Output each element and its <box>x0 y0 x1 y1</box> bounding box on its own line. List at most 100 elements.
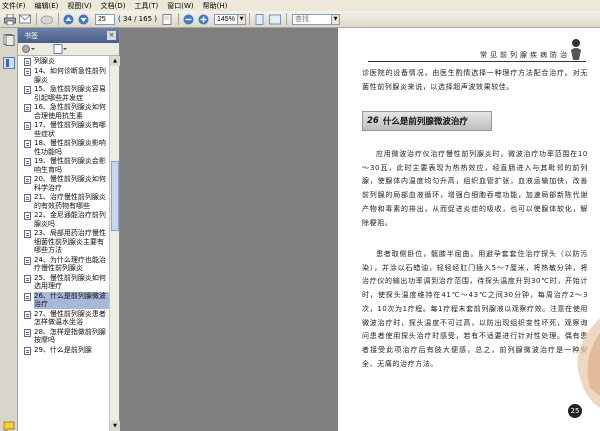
bookmark-page-icon <box>24 58 31 66</box>
bookmark-page-icon <box>24 68 31 76</box>
bookmark-label: 22、金尼通能治疗前列腺炎吗 <box>34 211 106 228</box>
options-icon[interactable] <box>21 44 35 54</box>
scroll-up-arrow[interactable]: ▲ <box>110 56 120 66</box>
next-page-button[interactable] <box>77 13 90 26</box>
chevron-down-icon: ▼ <box>333 16 338 22</box>
bookmark-label: 18、慢性前列腺炎影响性功能吗 <box>34 139 106 156</box>
comments-icon[interactable] <box>3 421 15 431</box>
stamp-button[interactable] <box>40 13 53 26</box>
bookmark-page-icon <box>24 104 31 112</box>
new-bookmark-icon[interactable] <box>53 44 67 54</box>
bookmarks-icon[interactable] <box>3 57 15 69</box>
menu-file[interactable]: 文件(F) <box>2 1 26 11</box>
bookmark-item[interactable]: 21、治疗慢性前列腺炎的有效药物有哪些 <box>24 192 110 210</box>
document-page: 常见前列腺疾病防治 诊医院的设备情况，由医生酌情选择一种理疗方法配合治疗。对无菌… <box>338 28 600 431</box>
bookmark-label: 14、如何诊断急性前列腺炎 <box>34 67 106 84</box>
document-icon <box>162 13 171 25</box>
menu-tools[interactable]: 工具(T) <box>135 1 159 11</box>
bookmark-item[interactable]: 19、慢性前列腺炎会影响生育吗 <box>24 156 110 174</box>
bookmarks-panel: 书签 × 列腺炎 14、如何诊断急性前列腺炎 15、急性前列腺炎容易引起哪些并发症 1… <box>18 28 120 431</box>
bookmark-scrollbar[interactable]: ▲ ▼ <box>109 56 120 431</box>
hand-tool-icon <box>40 15 53 24</box>
bookmark-item[interactable]: 16、急性前列腺炎如何合理使用抗生素 <box>24 102 110 120</box>
scroll-down-arrow[interactable]: ▼ <box>110 421 120 431</box>
bookmark-label: 17、慢性前列腺炎有哪些症状 <box>34 121 106 138</box>
menu-window[interactable]: 窗口(W) <box>167 1 193 11</box>
bookmark-page-icon <box>24 328 31 337</box>
zoom-input[interactable] <box>214 13 238 25</box>
bookmark-item[interactable]: 17、慢性前列腺炎有哪些症状 <box>24 120 110 138</box>
bookmark-item[interactable]: 23、局部用药治疗慢性细菌性前列腺炎主要有哪些方法 <box>24 228 110 255</box>
bookmark-item[interactable]: 28、怎样是指做前列腺按摩吗 <box>24 327 110 345</box>
zoom-dropdown[interactable]: ▼ <box>238 13 246 25</box>
bookmark-item[interactable]: 14、如何诊断急性前列腺炎 <box>24 66 110 84</box>
reading-figure-icon <box>571 39 581 60</box>
bookmark-item[interactable]: 25、慢性前列腺炎如何选用理疗 <box>24 273 110 291</box>
search-input[interactable] <box>292 13 332 25</box>
bookmark-item[interactable]: 列腺炎 <box>24 56 110 66</box>
toolbar: ( 34 / 165 ) ▼ ▼ <box>0 11 600 28</box>
toolbar-separator <box>249 13 250 25</box>
bookmark-page-icon <box>24 292 31 301</box>
close-panel-button[interactable]: × <box>107 31 116 40</box>
search-dropdown[interactable]: ▼ <box>332 13 340 25</box>
body-paragraph-1: 应用微波治疗仪治疗慢性前列腺炎时，微波治疗功率范围在10～30瓦，此时主要表现为… <box>362 150 588 227</box>
bookmark-item[interactable]: 22、金尼通能治疗前列腺炎吗 <box>24 210 110 228</box>
running-header: 常见前列腺疾病防治 <box>480 51 570 59</box>
menu-document[interactable]: 文档(D) <box>101 1 126 11</box>
bookmark-item[interactable]: 27、慢性前列腺炎患者怎样做温水坐浴 <box>24 309 110 327</box>
bookmark-item[interactable]: 24、为什么理疗也能治疗慢性前列腺炎 <box>24 255 110 273</box>
zoom-out-icon <box>183 14 194 24</box>
fit-page-button[interactable] <box>160 13 173 26</box>
bookmark-label: 20、慢性前列腺炎如何科学治疗 <box>34 175 106 192</box>
bookmark-label: 列腺炎 <box>34 57 55 65</box>
zoom-in-button[interactable] <box>197 13 210 26</box>
pages-icon[interactable] <box>3 34 15 46</box>
menu-edit[interactable]: 编辑(E) <box>35 1 59 11</box>
bookmark-page-icon <box>24 256 31 265</box>
bookmark-item[interactable]: 26、什么是前列腺微波治疗 <box>24 291 110 309</box>
bookmark-page-icon <box>24 158 31 166</box>
chevron-down-icon: ▼ <box>239 16 244 22</box>
bookmarks-title: 书签 <box>24 31 38 40</box>
bookmark-page-icon <box>24 176 31 184</box>
email-button[interactable] <box>18 13 31 26</box>
bookmark-item[interactable]: 29、什么是前列腺 <box>24 345 110 355</box>
bookmark-label: 19、慢性前列腺炎会影响生育吗 <box>34 157 106 174</box>
arrow-down-icon <box>78 14 89 24</box>
page-count-label: ( 34 / 165 ) <box>118 15 157 23</box>
bookmark-page-icon <box>24 122 31 130</box>
section-heading: 26 什么是前列腺微波治疗 <box>362 111 492 131</box>
bookmark-page-icon <box>24 346 31 355</box>
section-number: 26 <box>367 116 379 126</box>
arrow-up-icon <box>63 14 74 24</box>
page-number-input[interactable] <box>95 13 115 25</box>
bookmark-item[interactable]: 15、急性前列腺炎容易引起哪些并发症 <box>24 84 110 102</box>
bookmark-label: 16、急性前列腺炎如何合理使用抗生素 <box>34 103 106 120</box>
bookmark-item[interactable]: 18、慢性前列腺炎影响性功能吗 <box>24 138 110 156</box>
bookmark-page-icon <box>24 86 31 94</box>
bookmark-page-icon <box>24 140 31 148</box>
bookmark-label: 23、局部用药治疗慢性细菌性前列腺炎主要有哪些方法 <box>34 229 106 254</box>
intro-paragraph: 诊医院的设备情况，由医生酌情选择一种理疗方法配合治疗。对无菌性前列腺炎来说，以选… <box>362 69 588 91</box>
menu-help[interactable]: 帮助(H) <box>203 1 228 11</box>
bookmark-label: 21、治疗慢性前列腺炎的有效药物有哪些 <box>34 193 106 210</box>
prev-page-button[interactable] <box>62 13 75 26</box>
printer-icon <box>3 13 16 25</box>
fit-width-button[interactable] <box>268 13 281 26</box>
bookmark-page-icon <box>24 274 31 283</box>
document-viewport[interactable]: 常见前列腺疾病防治 诊医院的设备情况，由医生酌情选择一种理疗方法配合治疗。对无菌… <box>120 28 600 431</box>
menu-view[interactable]: 视图(V) <box>67 1 91 11</box>
bookmark-label: 24、为什么理疗也能治疗慢性前列腺炎 <box>34 255 106 273</box>
page-number-badge: 25 <box>568 404 582 418</box>
menu-bar: 文件(F) 编辑(E) 视图(V) 文档(D) 工具(T) 窗口(W) 帮助(H… <box>0 0 600 11</box>
print-button[interactable] <box>3 13 16 26</box>
scrollbar-thumb[interactable] <box>111 161 119 231</box>
single-page-button[interactable] <box>253 13 266 26</box>
zoom-in-icon <box>198 14 209 24</box>
bookmark-label: 28、怎样是指做前列腺按摩吗 <box>34 327 106 345</box>
bookmark-item[interactable]: 20、慢性前列腺炎如何科学治疗 <box>24 174 110 192</box>
zoom-out-button[interactable] <box>182 13 195 26</box>
page-view-icon <box>255 13 264 25</box>
navigation-icon-strip <box>0 28 18 431</box>
